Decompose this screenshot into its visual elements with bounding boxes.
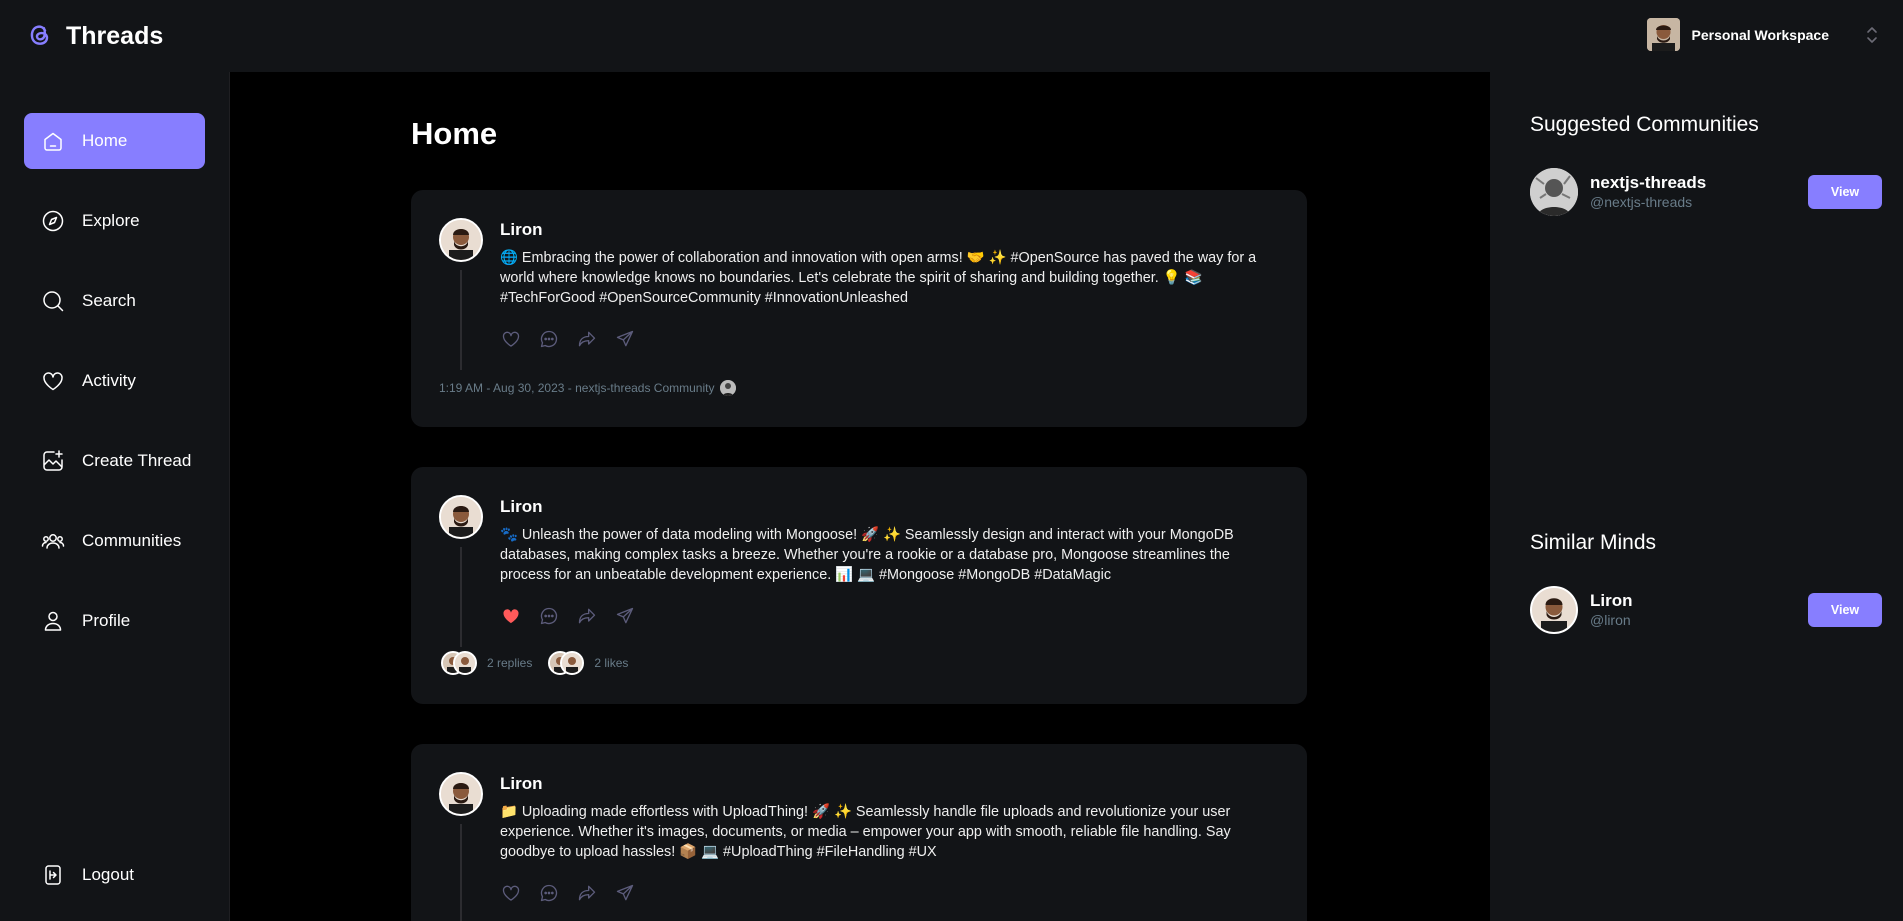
thread-timestamp[interactable]: 1:19 AM - Aug 30, 2023 - nextjs-threads … — [439, 381, 714, 395]
thread-text: 🐾 Unleash the power of data modeling wit… — [500, 527, 1234, 583]
nav-item-activity[interactable]: Activity — [24, 353, 205, 409]
share-icon[interactable] — [614, 882, 636, 904]
community-avatar[interactable] — [1530, 168, 1578, 216]
nav-item-home[interactable]: Home — [24, 113, 205, 169]
chevron-up-down-icon[interactable] — [1865, 24, 1879, 46]
share-icon[interactable] — [614, 605, 636, 627]
view-user-button[interactable]: View — [1808, 593, 1882, 627]
nav-label: Communities — [82, 531, 182, 550]
thread-line — [460, 270, 462, 370]
users-icon — [40, 528, 66, 554]
thread-actions — [500, 605, 636, 627]
user-name: Liron — [1590, 591, 1633, 610]
workspace-switcher[interactable]: Personal Workspace — [1646, 18, 1879, 51]
logout-icon — [40, 862, 66, 888]
engagement-row: 2 replies 2 likes — [441, 651, 628, 675]
like-icon[interactable] — [500, 882, 522, 904]
like-count[interactable]: 2 likes — [594, 656, 628, 670]
brand[interactable]: Threads — [24, 18, 163, 54]
thread-actions — [500, 882, 636, 904]
search-icon — [40, 288, 66, 314]
avatar — [560, 651, 585, 675]
logout-label: Logout — [82, 865, 134, 884]
nav-item-profile[interactable]: Profile — [24, 593, 205, 649]
reply-icon[interactable] — [538, 882, 560, 904]
nav-label: Profile — [82, 611, 131, 630]
thread-line — [460, 824, 462, 921]
nav-label: Home — [82, 131, 128, 150]
left-sidebar: Home Explore Search Activity Create Thre… — [0, 72, 230, 921]
nav-item-create-thread[interactable]: Create Thread — [24, 433, 205, 489]
image-plus-icon — [40, 448, 66, 474]
user-icon — [40, 608, 66, 634]
community-name: nextjs-threads — [1590, 173, 1707, 192]
nav-label: Search — [82, 291, 136, 310]
logout-button[interactable]: Logout — [24, 847, 205, 903]
community-handle: @nextjs-threads — [1590, 194, 1693, 210]
reply-count[interactable]: 2 replies — [487, 656, 532, 670]
repost-icon[interactable] — [576, 882, 598, 904]
like-avatars — [548, 651, 586, 675]
home-icon — [40, 128, 66, 154]
share-icon[interactable] — [614, 328, 636, 350]
brand-name: Threads — [66, 21, 164, 50]
reply-icon[interactable] — [538, 328, 560, 350]
heart-icon — [40, 368, 66, 394]
compass-icon — [40, 208, 66, 234]
thread-meta: 1:19 AM - Aug 30, 2023 - nextjs-threads … — [439, 380, 737, 396]
similar-minds-title: Similar Minds — [1530, 531, 1657, 554]
thread-card[interactable]: Liron 📁 Uploading made effortless with U… — [411, 744, 1307, 921]
user-handle: @liron — [1590, 612, 1631, 628]
user-item: Liron @liron View — [1530, 586, 1882, 634]
workspace-name: Personal Workspace — [1691, 26, 1829, 43]
main-feed: Home Liron 🌐 Embracing the power of coll… — [230, 72, 1490, 921]
author-avatar[interactable] — [439, 772, 483, 816]
nav-item-search[interactable]: Search — [24, 273, 205, 329]
community-avatar — [720, 380, 737, 396]
page-title: Home — [411, 116, 498, 151]
nav-label: Create Thread — [82, 451, 192, 470]
author-name[interactable]: Liron — [500, 774, 543, 794]
thread-line — [460, 547, 462, 647]
repost-icon[interactable] — [576, 328, 598, 350]
threads-logo-icon — [24, 18, 54, 54]
author-name[interactable]: Liron — [500, 220, 543, 240]
suggested-communities-title: Suggested Communities — [1530, 113, 1759, 136]
user-avatar[interactable] — [1530, 586, 1578, 634]
liked-heart-icon[interactable] — [500, 605, 522, 627]
repost-icon[interactable] — [576, 605, 598, 627]
thread-actions — [500, 328, 636, 350]
thread-card[interactable]: Liron 🐾 Unleash the power of data modeli… — [411, 467, 1307, 704]
avatar — [453, 651, 477, 675]
right-sidebar: Suggested Communities nextjs-threads @ne… — [1490, 72, 1903, 921]
nav-label: Activity — [82, 371, 136, 390]
workspace-avatar — [1646, 18, 1680, 51]
top-bar: Threads Personal Workspace — [0, 0, 1903, 72]
reply-icon[interactable] — [538, 605, 560, 627]
reply-avatars — [441, 651, 479, 675]
view-community-button[interactable]: View — [1808, 175, 1882, 209]
author-avatar[interactable] — [439, 495, 483, 539]
thread-text: 📁 Uploading made effortless with UploadT… — [500, 804, 1231, 860]
thread-card[interactable]: Liron 🌐 Embracing the power of collabora… — [411, 190, 1307, 427]
author-name[interactable]: Liron — [500, 497, 543, 517]
community-item: nextjs-threads @nextjs-threads View — [1530, 168, 1882, 216]
like-icon[interactable] — [500, 328, 522, 350]
nav-item-explore[interactable]: Explore — [24, 193, 205, 249]
nav-item-communities[interactable]: Communities — [24, 513, 205, 569]
author-avatar[interactable] — [439, 218, 483, 262]
nav-label: Explore — [82, 211, 140, 230]
thread-text: 🌐 Embracing the power of collaboration a… — [500, 250, 1257, 306]
